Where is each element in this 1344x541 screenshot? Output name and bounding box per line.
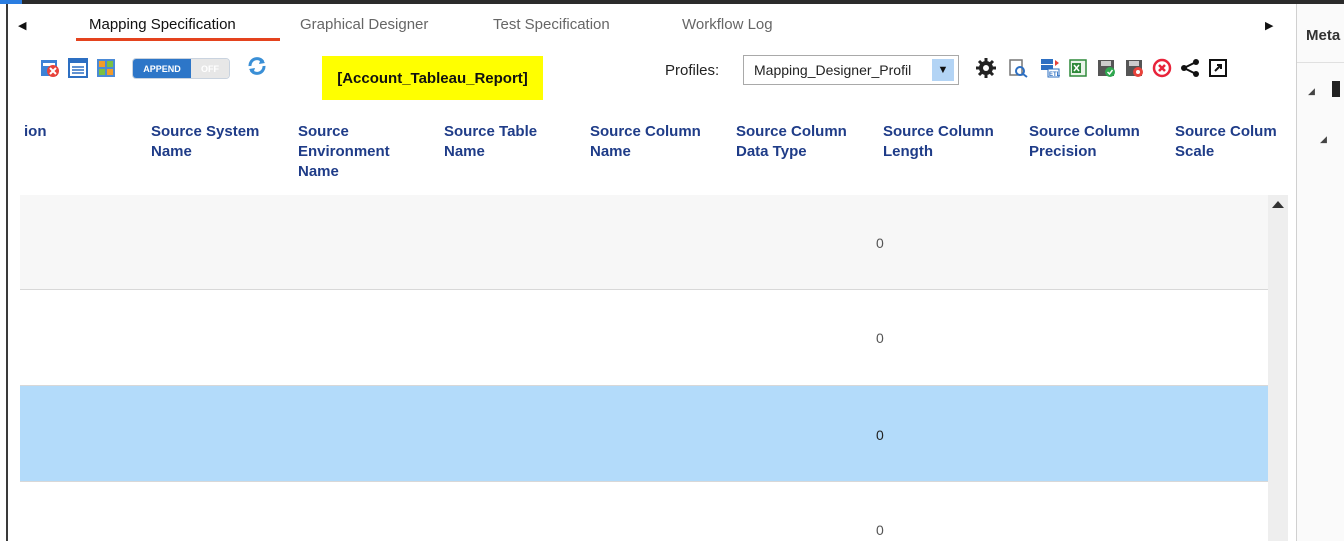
report-name-label: [Account_Tableau_Report] bbox=[322, 56, 543, 100]
vertical-scrollbar[interactable] bbox=[1268, 195, 1288, 541]
grid-header: ion Source System Name Source Environment N… bbox=[10, 112, 1288, 192]
append-off-label: OFF bbox=[191, 59, 229, 78]
settings-gear-icon[interactable] bbox=[976, 58, 996, 78]
column-header[interactable]: Source Column Length bbox=[883, 122, 994, 162]
app-window: ◀ Mapping Specification Graphical Design… bbox=[0, 0, 1344, 541]
triangle-left-icon[interactable]: ◀ bbox=[18, 19, 26, 32]
tab-bar: ◀ Mapping Specification Graphical Design… bbox=[10, 4, 1288, 42]
scroll-up-arrow-icon[interactable] bbox=[1272, 201, 1284, 208]
delete-mapping-icon[interactable] bbox=[40, 58, 60, 78]
column-header[interactable]: Source Column Precision bbox=[1029, 122, 1140, 162]
tab-graphical-designer[interactable]: Graphical Designer bbox=[300, 16, 428, 33]
tree-expand-icon[interactable]: ◢ bbox=[1320, 134, 1327, 145]
popout-icon[interactable] bbox=[1208, 58, 1228, 78]
active-tab-underline bbox=[76, 38, 280, 41]
column-header[interactable]: Source Column Name bbox=[590, 122, 701, 162]
column-header[interactable]: ion bbox=[24, 122, 47, 142]
table-row-selected[interactable]: 0 bbox=[20, 386, 1268, 482]
import-icon[interactable] bbox=[96, 58, 116, 78]
source-column-length-cell: 0 bbox=[876, 235, 884, 251]
profiles-select-value: Mapping_Designer_Profil bbox=[754, 62, 912, 78]
tab-mapping-specification[interactable]: Mapping Specification bbox=[89, 16, 236, 33]
triangle-right-icon[interactable]: ▶ bbox=[1265, 19, 1273, 32]
tree-expand-icon[interactable]: ◢ bbox=[1308, 86, 1315, 97]
left-edge-divider bbox=[0, 4, 8, 541]
close-circle-icon[interactable] bbox=[1152, 58, 1172, 78]
column-header[interactable]: Source Table Name bbox=[444, 122, 537, 162]
right-panel-title: Meta bbox=[1306, 27, 1341, 44]
profiles-select[interactable]: Mapping_Designer_Profil ▼ bbox=[743, 55, 959, 85]
save-green-icon[interactable] bbox=[1096, 58, 1116, 78]
grid-body: 0 0 0 0 bbox=[20, 195, 1288, 541]
column-header[interactable]: Source Column Data Type bbox=[736, 122, 847, 162]
source-column-length-cell: 0 bbox=[876, 427, 884, 443]
etl-icon[interactable]: ETL bbox=[1040, 58, 1061, 78]
excel-export-icon[interactable] bbox=[1068, 58, 1088, 78]
properties-icon[interactable] bbox=[68, 58, 88, 78]
chevron-down-icon[interactable]: ▼ bbox=[932, 59, 954, 81]
save-red-icon[interactable] bbox=[1124, 58, 1144, 78]
right-panel-separator bbox=[1297, 62, 1344, 63]
source-column-length-cell: 0 bbox=[876, 330, 884, 346]
column-header[interactable]: Source Colum Scale bbox=[1175, 122, 1288, 162]
source-column-length-cell: 0 bbox=[876, 522, 884, 538]
tree-node-icon[interactable] bbox=[1332, 81, 1340, 97]
table-row[interactable]: 0 bbox=[20, 290, 1268, 386]
table-row[interactable]: 0 bbox=[20, 195, 1268, 290]
preview-icon[interactable] bbox=[1008, 58, 1028, 78]
column-header[interactable]: Source System Name bbox=[151, 122, 259, 162]
append-toggle[interactable]: APPEND OFF bbox=[132, 58, 230, 79]
tab-workflow-log[interactable]: Workflow Log bbox=[682, 16, 773, 33]
tab-test-specification[interactable]: Test Specification bbox=[493, 16, 610, 33]
append-on-label: APPEND bbox=[133, 59, 191, 78]
profiles-label: Profiles: bbox=[665, 62, 720, 79]
table-row[interactable]: 0 bbox=[20, 482, 1268, 541]
svg-text:ETL: ETL bbox=[1049, 72, 1060, 78]
column-header[interactable]: Source Environment Name bbox=[298, 122, 390, 182]
refresh-icon[interactable] bbox=[246, 55, 268, 77]
share-icon[interactable] bbox=[1180, 58, 1200, 78]
toolbar: APPEND OFF [Account_Tableau_Report] Prof… bbox=[10, 48, 1288, 100]
